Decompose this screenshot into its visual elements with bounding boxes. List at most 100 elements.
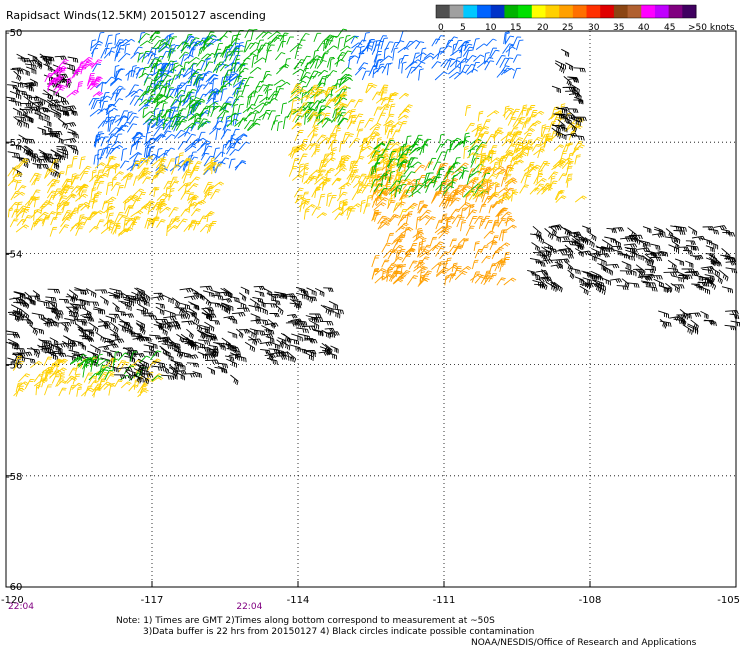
wind-barb bbox=[477, 110, 484, 122]
wind-barb bbox=[142, 176, 152, 184]
colorbar-swatch bbox=[545, 5, 560, 18]
wind-barb bbox=[188, 196, 198, 204]
wind-barb bbox=[341, 78, 353, 85]
wind-barb bbox=[356, 53, 365, 64]
wind-barb bbox=[347, 120, 357, 130]
wind-barb bbox=[120, 381, 132, 389]
wind-barb bbox=[255, 31, 268, 40]
wind-region bbox=[6, 53, 79, 178]
wind-barb bbox=[269, 312, 280, 318]
wind-barb bbox=[642, 226, 652, 234]
wind-barb bbox=[88, 225, 99, 233]
wind-barb bbox=[435, 143, 445, 153]
wind-barb bbox=[79, 165, 92, 176]
wind-barb bbox=[503, 277, 517, 286]
wind-barb bbox=[486, 173, 498, 182]
wind-barb bbox=[473, 54, 485, 62]
wind-barb bbox=[61, 340, 74, 351]
wind-barb bbox=[32, 290, 41, 300]
wind-barb bbox=[558, 258, 570, 264]
wind-barb bbox=[97, 31, 105, 43]
wind-barb bbox=[540, 162, 551, 172]
wind-barb bbox=[127, 70, 134, 81]
wind-barb bbox=[234, 160, 246, 171]
wind-barb bbox=[579, 285, 589, 296]
wind-barb bbox=[231, 312, 246, 317]
wind-barb bbox=[224, 96, 234, 104]
wind-barb bbox=[120, 148, 128, 161]
wind-barb bbox=[165, 147, 175, 155]
wind-region bbox=[370, 132, 493, 198]
wind-barb bbox=[488, 204, 496, 214]
wind-barb bbox=[253, 285, 266, 291]
wind-barb bbox=[157, 152, 168, 159]
wind-barb bbox=[685, 260, 694, 268]
wind-barb bbox=[177, 152, 184, 165]
wind-barb bbox=[524, 173, 532, 185]
wind-barb bbox=[457, 237, 468, 245]
wind-barb bbox=[112, 98, 124, 107]
wind-barb bbox=[86, 301, 100, 307]
wind-barb bbox=[51, 374, 61, 384]
wind-barb bbox=[465, 209, 478, 220]
wind-barb bbox=[565, 62, 574, 71]
wind-barb bbox=[472, 38, 480, 51]
wind-barb bbox=[43, 119, 52, 127]
wind-barb bbox=[109, 321, 119, 333]
wind-barb bbox=[111, 140, 122, 148]
wind-barb bbox=[328, 194, 337, 207]
wind-barb bbox=[130, 210, 144, 218]
wind-barb bbox=[671, 275, 685, 283]
wind-barb bbox=[402, 181, 413, 190]
wind-barb bbox=[444, 257, 452, 270]
wind-barb bbox=[466, 152, 478, 159]
wind-barb bbox=[48, 109, 60, 119]
wind-barb bbox=[721, 286, 734, 294]
colorbar-swatch bbox=[600, 5, 615, 18]
wind-barb bbox=[20, 102, 32, 108]
wind-barb bbox=[316, 60, 327, 69]
wind-barb bbox=[574, 195, 587, 203]
wind-barb bbox=[688, 226, 698, 236]
wind-barb bbox=[705, 245, 715, 253]
wind-barb bbox=[279, 81, 291, 88]
wind-barb bbox=[486, 38, 497, 46]
wind-barb bbox=[111, 338, 125, 344]
wind-barb bbox=[291, 123, 302, 130]
wind-barb bbox=[96, 219, 105, 228]
wind-barb bbox=[24, 357, 36, 364]
wind-barb bbox=[153, 292, 164, 298]
wind-barb bbox=[334, 212, 344, 221]
wind-barb bbox=[162, 294, 174, 305]
wind-barb bbox=[489, 47, 498, 57]
wind-barb bbox=[484, 220, 493, 230]
wind-barb bbox=[316, 42, 327, 51]
wind-barb bbox=[18, 373, 31, 383]
wind-barb bbox=[713, 225, 727, 231]
wind-barb bbox=[341, 67, 352, 74]
wind-barb bbox=[139, 40, 151, 47]
wind-barb bbox=[202, 290, 215, 298]
wind-barb bbox=[358, 62, 369, 71]
wind-barb bbox=[364, 117, 375, 128]
wind-barb bbox=[109, 328, 119, 339]
wind-barb bbox=[610, 278, 622, 284]
wind-barb bbox=[454, 270, 468, 281]
wind-barb bbox=[37, 127, 47, 135]
wind-barb bbox=[373, 202, 387, 211]
wind-barb bbox=[239, 57, 251, 68]
wind-barb bbox=[39, 53, 48, 63]
wind-barb bbox=[700, 310, 709, 320]
colorbar-swatch bbox=[572, 5, 588, 18]
wind-barb bbox=[665, 228, 674, 239]
wind-barb bbox=[207, 366, 216, 375]
y-tick-label: -54 bbox=[6, 249, 22, 260]
wind-barb bbox=[286, 36, 294, 45]
wind-barb bbox=[470, 273, 483, 281]
wind-barb bbox=[179, 287, 194, 293]
wind-barb bbox=[386, 62, 393, 76]
wind-barb bbox=[492, 246, 504, 257]
wind-barb bbox=[112, 358, 119, 371]
wind-barb bbox=[104, 104, 117, 111]
wind-barb bbox=[359, 45, 365, 59]
